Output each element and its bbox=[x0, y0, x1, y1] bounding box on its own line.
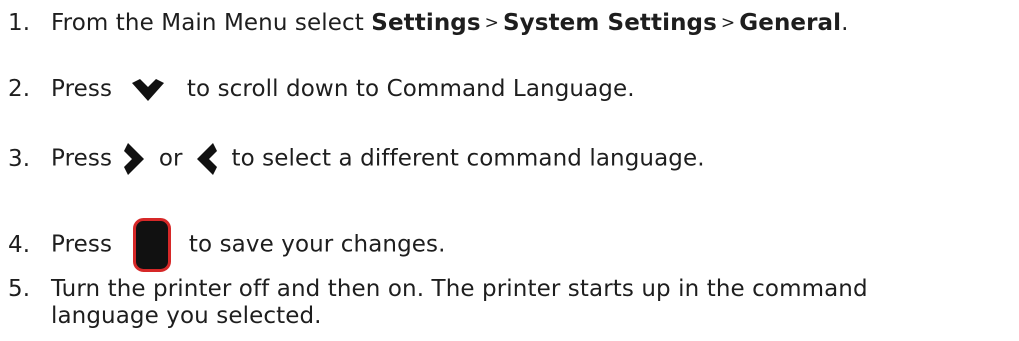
step-text-line-1: Turn the printer off and then on. The pr… bbox=[51, 276, 868, 302]
step-number: 5. bbox=[8, 276, 31, 302]
step-text-part: . bbox=[841, 10, 849, 36]
menu-path-system-settings: System Settings bbox=[503, 10, 717, 36]
step-3: 3. Press or to select a different command… bbox=[8, 142, 1013, 176]
enter-key-icon bbox=[133, 218, 172, 272]
step-text-part: to save your changes. bbox=[188, 231, 446, 258]
menu-path-general: General bbox=[739, 10, 842, 36]
step-number: 3. bbox=[8, 145, 31, 172]
step-number: 2. bbox=[8, 76, 31, 102]
menu-path-settings: Settings bbox=[371, 10, 481, 36]
step-2: 2. Press to scroll down to Command Langua… bbox=[8, 76, 1013, 102]
step-text-part: to select a different command language. bbox=[231, 145, 705, 172]
step-number: 4. bbox=[8, 231, 31, 258]
step-text-part: to scroll down to Command Language. bbox=[186, 76, 635, 102]
step-text-part: Press bbox=[51, 231, 113, 258]
step-text-part: Press bbox=[51, 76, 113, 102]
step-1: 1. From the Main Menu select Settings > Sys… bbox=[8, 10, 1013, 36]
step-5: 5. Turn the printer off and then on. The … bbox=[8, 276, 1013, 330]
chevron-right-icon bbox=[123, 142, 145, 176]
step-text-part: or bbox=[158, 145, 183, 172]
step-text-line-2: language you selected. bbox=[51, 303, 322, 329]
chevron-down-icon bbox=[131, 78, 165, 102]
step-text-part: Press bbox=[51, 145, 113, 172]
chevron-left-icon bbox=[196, 142, 218, 176]
step-text: From the Main Menu select Settings > Syste… bbox=[51, 10, 849, 36]
menu-path-separator: > bbox=[484, 13, 500, 33]
step-4: 4. Press to save your changes. bbox=[8, 218, 1013, 272]
step-text-part: From the Main Menu select bbox=[51, 10, 372, 36]
step-number: 1. bbox=[8, 10, 31, 36]
menu-path-separator: > bbox=[720, 13, 736, 33]
